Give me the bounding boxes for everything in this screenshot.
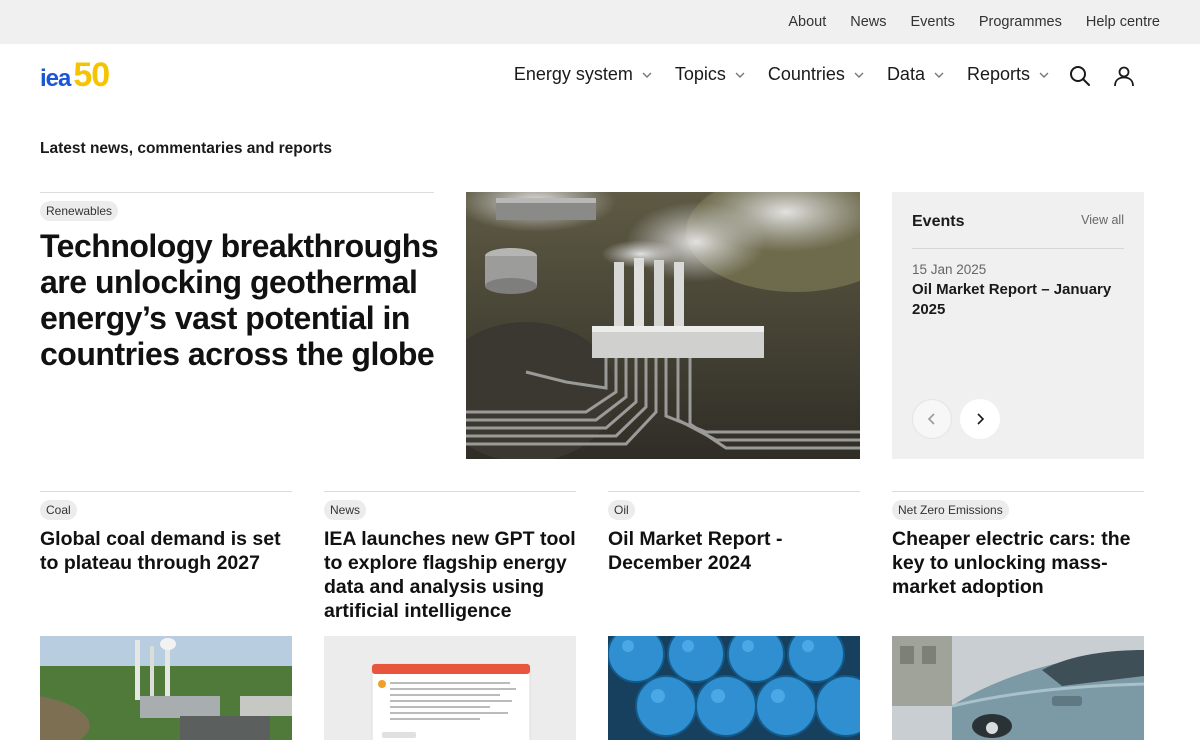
- events-next-button[interactable]: [960, 399, 1000, 439]
- utility-nav: About News Events Programmes Help centre: [764, 0, 1160, 44]
- utility-link-programmes[interactable]: Programmes: [979, 14, 1062, 30]
- coal-plant-illustration: [40, 636, 292, 740]
- nav-label: Reports: [966, 64, 1030, 84]
- card-tag-net-zero[interactable]: Net Zero Emissions: [892, 500, 1009, 520]
- utility-link-news[interactable]: News: [850, 14, 886, 30]
- card-tag-news[interactable]: News: [324, 500, 367, 520]
- feature-divider: [40, 192, 434, 193]
- chevron-right-icon: [977, 413, 985, 425]
- section-title: Latest news, commentaries and reports: [40, 140, 333, 157]
- gpt-tool-illustration: [371, 663, 531, 740]
- nav-label: Topics: [674, 64, 726, 84]
- card-divider: [892, 491, 1144, 492]
- electric-car-illustration: [892, 636, 1144, 740]
- electric-car-image[interactable]: [892, 636, 1144, 740]
- card-divider: [608, 491, 860, 492]
- card-headline-oil-report[interactable]: Oil Market Report - December 2024: [608, 527, 863, 575]
- feature-tag[interactable]: Renewables: [40, 201, 119, 221]
- logo-50-text: 50: [73, 56, 110, 94]
- gpt-tool-screenshot-image[interactable]: [324, 636, 576, 740]
- event-title[interactable]: Oil Market Report – January 2025: [912, 280, 1132, 320]
- logo-iea-text: iea: [40, 65, 71, 92]
- chevron-down-icon: [934, 72, 944, 78]
- chevron-down-icon: [642, 72, 652, 78]
- search-icon[interactable]: [1068, 64, 1092, 88]
- chevron-left-icon: [927, 413, 935, 425]
- nav-energy-system[interactable]: Energy system: [514, 64, 653, 85]
- feature-headline[interactable]: Technology breakthroughs are unlocking g…: [40, 228, 450, 372]
- nav-topics[interactable]: Topics: [675, 64, 746, 85]
- card-divider: [40, 491, 292, 492]
- card-headline-coal[interactable]: Global coal demand is set to plateau thr…: [40, 527, 295, 575]
- nav-label: Energy system: [513, 64, 633, 84]
- oil-barrels-image[interactable]: [608, 636, 860, 740]
- event-date: 15 Jan 2025: [912, 262, 987, 277]
- card-headline-gpt-tool[interactable]: IEA launches new GPT tool to explore fla…: [324, 527, 579, 623]
- coal-plant-image[interactable]: [40, 636, 292, 740]
- chevron-down-icon: [854, 72, 864, 78]
- card-tag-coal[interactable]: Coal: [40, 500, 77, 520]
- nav-countries[interactable]: Countries: [768, 64, 865, 85]
- geothermal-plant-image[interactable]: [466, 192, 860, 459]
- nav-label: Data: [886, 64, 925, 84]
- utility-link-about[interactable]: About: [788, 14, 826, 30]
- main-nav: Energy system Topics Countries Data Repo…: [492, 64, 1050, 85]
- main-header: iea 50 Energy system Topics Countries Da…: [0, 44, 1200, 110]
- card-divider: [324, 491, 576, 492]
- card-tag-oil[interactable]: Oil: [608, 500, 635, 520]
- events-panel: Events View all 15 Jan 2025 Oil Market R…: [892, 192, 1144, 459]
- nav-data[interactable]: Data: [887, 64, 945, 85]
- utility-link-events[interactable]: Events: [911, 14, 955, 30]
- chevron-down-icon: [735, 72, 745, 78]
- events-divider: [912, 248, 1124, 249]
- chevron-down-icon: [1039, 72, 1049, 78]
- events-title: Events: [912, 213, 965, 230]
- oil-barrels-illustration: [608, 636, 860, 740]
- utility-link-help-centre[interactable]: Help centre: [1086, 14, 1160, 30]
- events-prev-button[interactable]: [912, 399, 952, 439]
- view-all-link[interactable]: View all: [1081, 213, 1124, 227]
- nav-label: Countries: [767, 64, 845, 84]
- user-icon[interactable]: [1112, 64, 1136, 88]
- utility-bar: About News Events Programmes Help centre: [0, 0, 1200, 44]
- iea-logo[interactable]: iea 50: [40, 56, 110, 94]
- card-headline-electric-cars[interactable]: Cheaper electric cars: the key to unlock…: [892, 527, 1147, 599]
- nav-reports[interactable]: Reports: [967, 64, 1050, 85]
- geothermal-plant-illustration: [466, 192, 860, 459]
